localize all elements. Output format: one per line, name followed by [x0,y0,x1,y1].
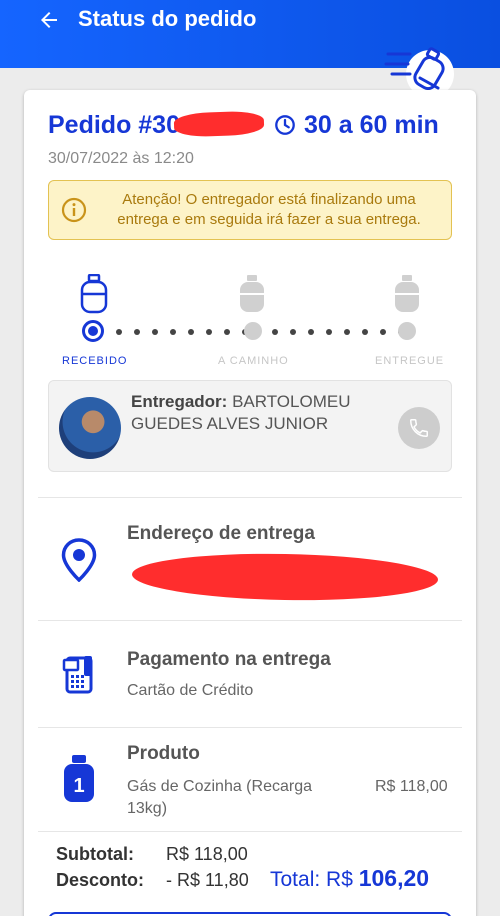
back-button[interactable] [34,6,64,34]
step-received-indicator [82,320,104,342]
page-title: Status do pedido [78,6,257,31]
step-on-the-way-indicator [244,322,262,340]
step-connector [272,329,404,335]
payment-method: Cartão de Crédito [127,682,254,699]
divider [38,831,462,832]
divider [38,620,462,621]
avatar [59,397,121,459]
alert-text: Atenção! O entregador está finalizando u… [117,191,421,228]
action-button[interactable] [48,912,452,916]
clock-icon [275,115,295,135]
product-name: Gás de Cozinha (Recarga 13kg) [127,778,312,817]
driver-label: Entregador: [131,392,228,411]
call-driver-button[interactable] [398,407,440,449]
step-label-delivered: ENTREGUE [375,355,445,367]
alert-banner: Atenção! O entregador está finalizando u… [48,180,452,240]
discount-value: - R$ 11,80 [166,870,249,890]
address-title: Endereço de entrega [127,523,315,544]
redaction-mark [173,110,265,138]
gas-cylinder-icon [80,274,108,314]
subtotal-value: R$ 118,00 [166,844,248,864]
order-number: Pedido #30 [48,111,180,139]
location-pin-icon [61,538,97,582]
total-amount: Total: R$ 106,20 [270,865,429,892]
arrow-left-icon [41,12,57,28]
info-icon [61,197,87,223]
step-connector [116,329,248,335]
product-title: Produto [127,743,200,764]
payment-title: Pagamento na entrega [127,649,331,670]
eta-box: 30 a 60 min [274,110,439,140]
redaction-mark [131,551,439,603]
product-price: R$ 118,00 [375,778,448,795]
driver-info: Entregador: BARTOLOMEU GUEDES ALVES JUNI… [131,391,381,435]
divider [38,727,462,728]
step-delivered-indicator [398,322,416,340]
total-label: Total: R$ [270,868,353,891]
eta-text: 30 a 60 min [304,110,439,139]
gas-cylinder-icon [240,275,264,312]
step-label-received: RECEBIDO [62,355,128,367]
discount-label: Desconto: [56,870,145,890]
order-date: 30/07/2022 às 12:20 [48,150,194,167]
order-card: Pedido #30 30 a 60 min 30/07/2022 às 12:… [24,90,476,916]
step-label-on-the-way: A CAMINHO [218,355,289,367]
total-value: 106,20 [358,865,430,891]
card-machine-icon [62,656,93,694]
phone-icon [410,419,428,437]
driver-card: Entregador: BARTOLOMEU GUEDES ALVES JUNI… [48,380,452,472]
gas-cylinder-icon [395,275,419,312]
gas-cylinder-icon: 1 [64,755,94,802]
product-quantity: 1 [73,775,84,797]
subtotal-label: Subtotal: [56,844,134,864]
divider [38,497,462,498]
